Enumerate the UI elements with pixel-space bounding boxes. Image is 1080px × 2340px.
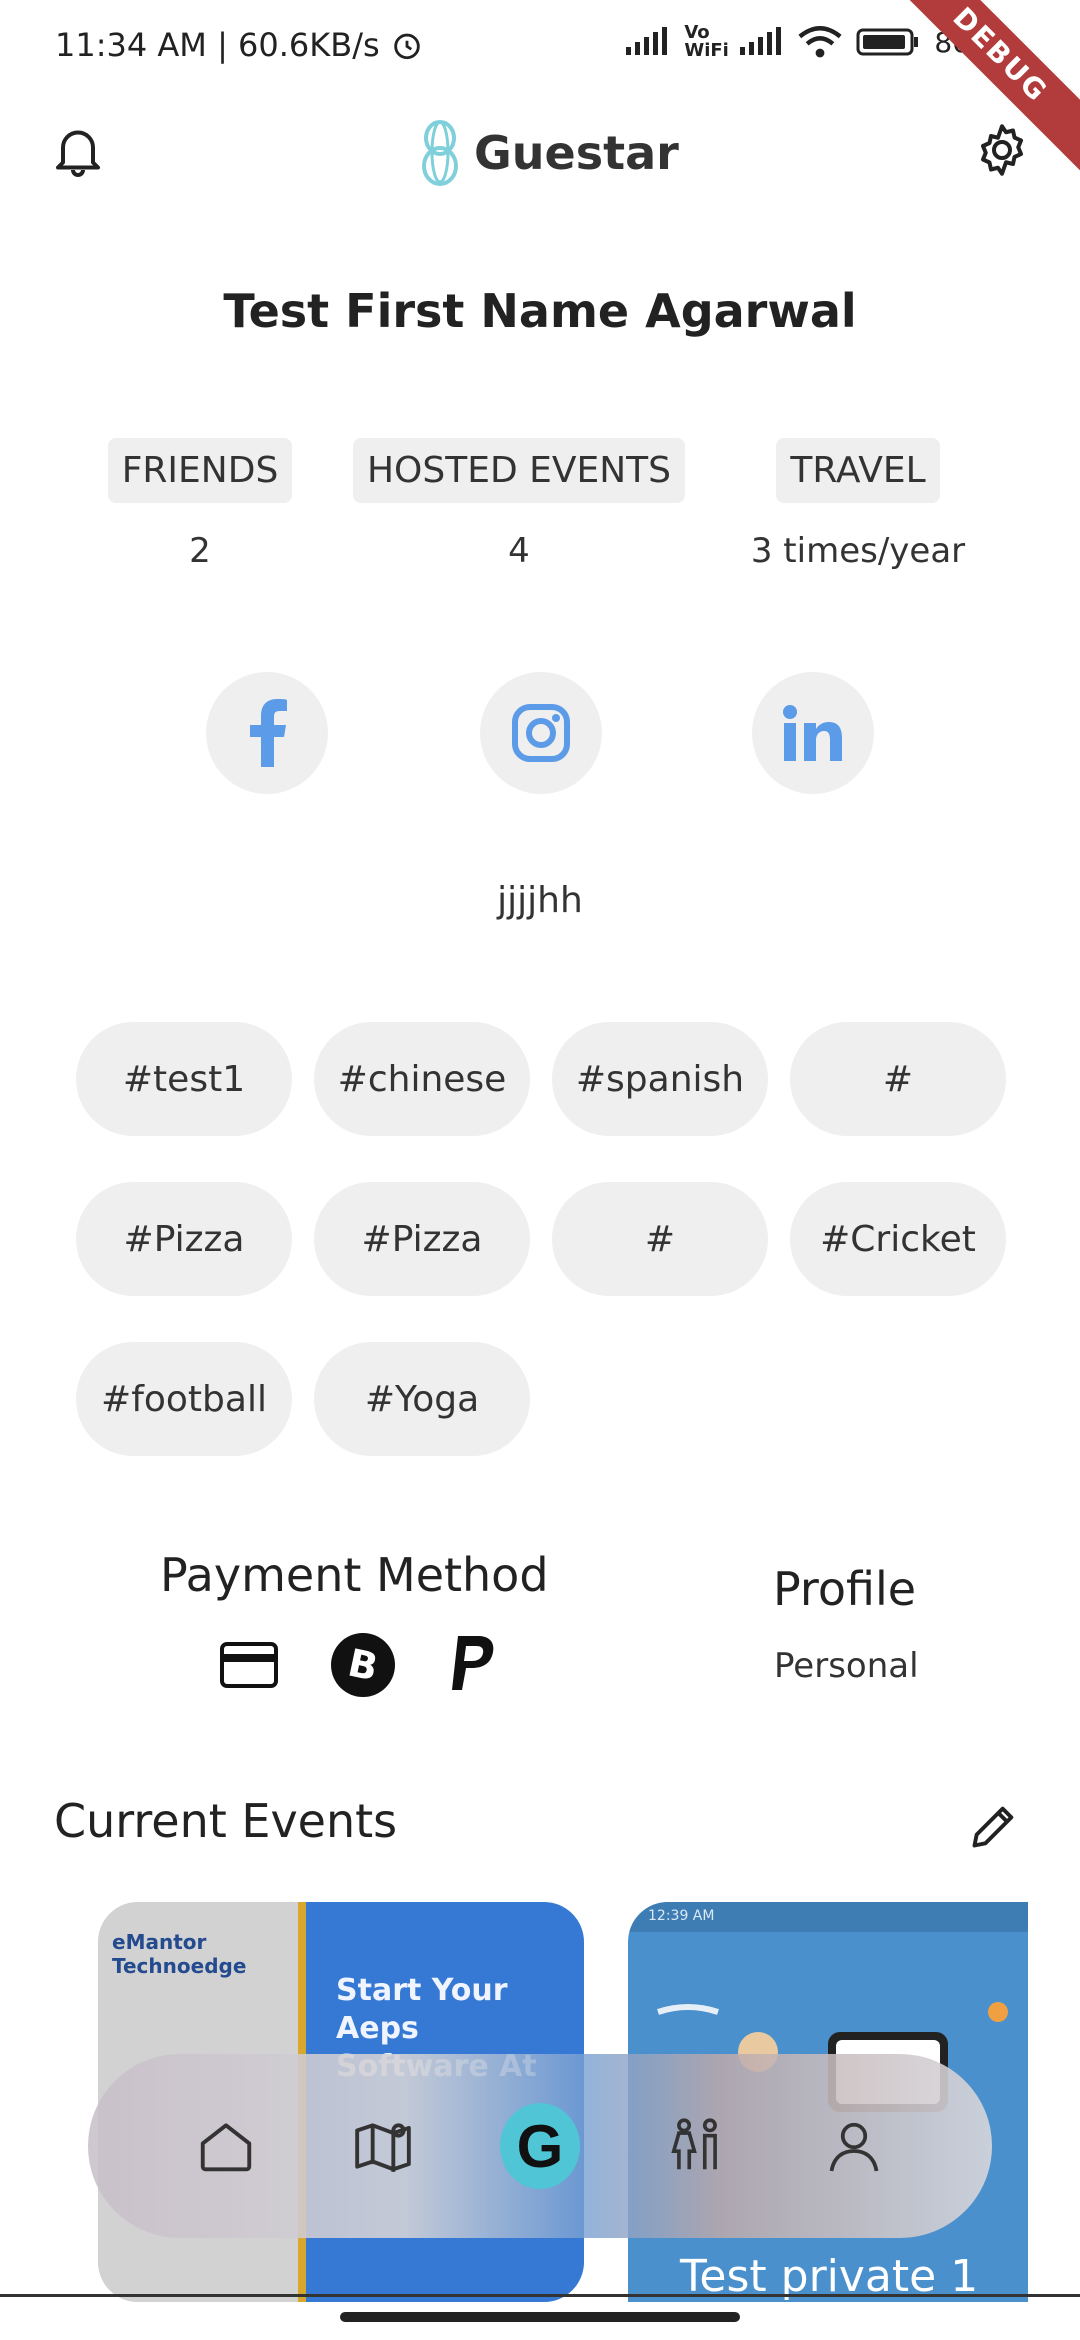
facebook-button[interactable] bbox=[206, 672, 328, 794]
tag-chip[interactable]: #spanish bbox=[552, 1022, 768, 1136]
linkedin-icon bbox=[783, 705, 842, 761]
credit-card-icon[interactable] bbox=[220, 1642, 278, 1688]
stat-value: 4 bbox=[508, 531, 530, 571]
status-time: 11:34 AM | 60.6KB/s bbox=[55, 26, 380, 64]
vowifi-label: Vo WiFi bbox=[684, 22, 729, 61]
profile-bio: jjjjhh bbox=[497, 880, 583, 921]
tag-chip[interactable]: #chinese bbox=[314, 1022, 530, 1136]
nav-guestar[interactable]: G bbox=[499, 2103, 580, 2189]
profile-type-value: Personal bbox=[774, 1646, 919, 1686]
app-header: Guestar bbox=[0, 110, 1080, 190]
event-card-logo: eMantor Technoedge bbox=[112, 1930, 247, 1978]
stat-hosted-events[interactable]: HOSTED EVENTS 4 bbox=[346, 438, 692, 571]
home-icon bbox=[201, 2123, 252, 2172]
stat-friends[interactable]: FRIENDS 2 bbox=[104, 438, 296, 571]
interest-tags: #test1 #chinese #spanish # #Pizza #Pizza… bbox=[76, 1022, 1016, 1456]
stat-label: HOSTED EVENTS bbox=[352, 438, 686, 503]
stat-travel[interactable]: TRAVEL 3 times/year bbox=[734, 438, 982, 571]
stat-value: 3 times/year bbox=[750, 531, 966, 571]
map-icon bbox=[355, 2123, 411, 2172]
instagram-icon bbox=[512, 704, 570, 762]
event-card-status: 12:39 AM bbox=[628, 1902, 1028, 1932]
bitcoin-icon[interactable]: B bbox=[330, 1632, 396, 1698]
status-bar: 11:34 AM | 60.6KB/s Vo WiFi 86 DEBUG bbox=[0, 0, 1080, 179]
paypal-icon[interactable] bbox=[448, 1634, 498, 1696]
people-icon bbox=[671, 2118, 717, 2170]
tag-chip[interactable]: # bbox=[790, 1022, 1006, 1136]
stat-value: 2 bbox=[189, 531, 211, 571]
guestar-g-icon: G bbox=[499, 2103, 580, 2189]
tag-chip[interactable]: #football bbox=[76, 1342, 292, 1456]
nav-people[interactable] bbox=[657, 2106, 737, 2186]
nav-map[interactable] bbox=[343, 2106, 423, 2186]
tag-chip[interactable]: #Pizza bbox=[314, 1182, 530, 1296]
nav-home[interactable] bbox=[186, 2106, 266, 2186]
tag-chip[interactable]: #Yoga bbox=[314, 1342, 530, 1456]
instagram-button[interactable] bbox=[480, 672, 602, 794]
battery-icon bbox=[856, 28, 919, 56]
facebook-icon bbox=[250, 699, 287, 767]
wifi-icon bbox=[798, 26, 842, 58]
nav-profile[interactable] bbox=[814, 2106, 894, 2186]
profile-name: Test First Name Agarwal bbox=[223, 284, 857, 338]
signal-icon bbox=[626, 27, 668, 55]
profile-type-title: Profile bbox=[773, 1562, 917, 1616]
status-icons: Vo WiFi 86 bbox=[394, 22, 970, 61]
bottom-divider bbox=[0, 2294, 1080, 2297]
linkedin-button[interactable] bbox=[752, 672, 874, 794]
payment-method-title: Payment Method bbox=[160, 1548, 549, 1602]
brand-name: Guestar bbox=[474, 126, 679, 180]
bottom-nav: G bbox=[88, 2054, 992, 2238]
home-indicator[interactable] bbox=[340, 2312, 740, 2322]
signal-icon-2 bbox=[740, 27, 782, 55]
profile-icon bbox=[829, 2122, 878, 2172]
brand-logo: Guestar bbox=[418, 118, 679, 188]
tag-chip[interactable]: #Pizza bbox=[76, 1182, 292, 1296]
stat-label: TRAVEL bbox=[776, 438, 940, 503]
guestar-logo-icon bbox=[422, 120, 458, 186]
gear-icon[interactable] bbox=[972, 120, 1032, 180]
stat-label: FRIENDS bbox=[107, 438, 293, 503]
tag-chip[interactable]: # bbox=[552, 1182, 768, 1296]
current-events-title: Current Events bbox=[54, 1794, 398, 1848]
edit-icon[interactable] bbox=[968, 1800, 1020, 1852]
tag-chip[interactable]: #test1 bbox=[76, 1022, 292, 1136]
tag-chip[interactable]: #Cricket bbox=[790, 1182, 1006, 1296]
alarm-icon bbox=[394, 33, 421, 60]
bell-icon[interactable] bbox=[48, 120, 108, 180]
payment-icons: B bbox=[220, 1632, 498, 1698]
